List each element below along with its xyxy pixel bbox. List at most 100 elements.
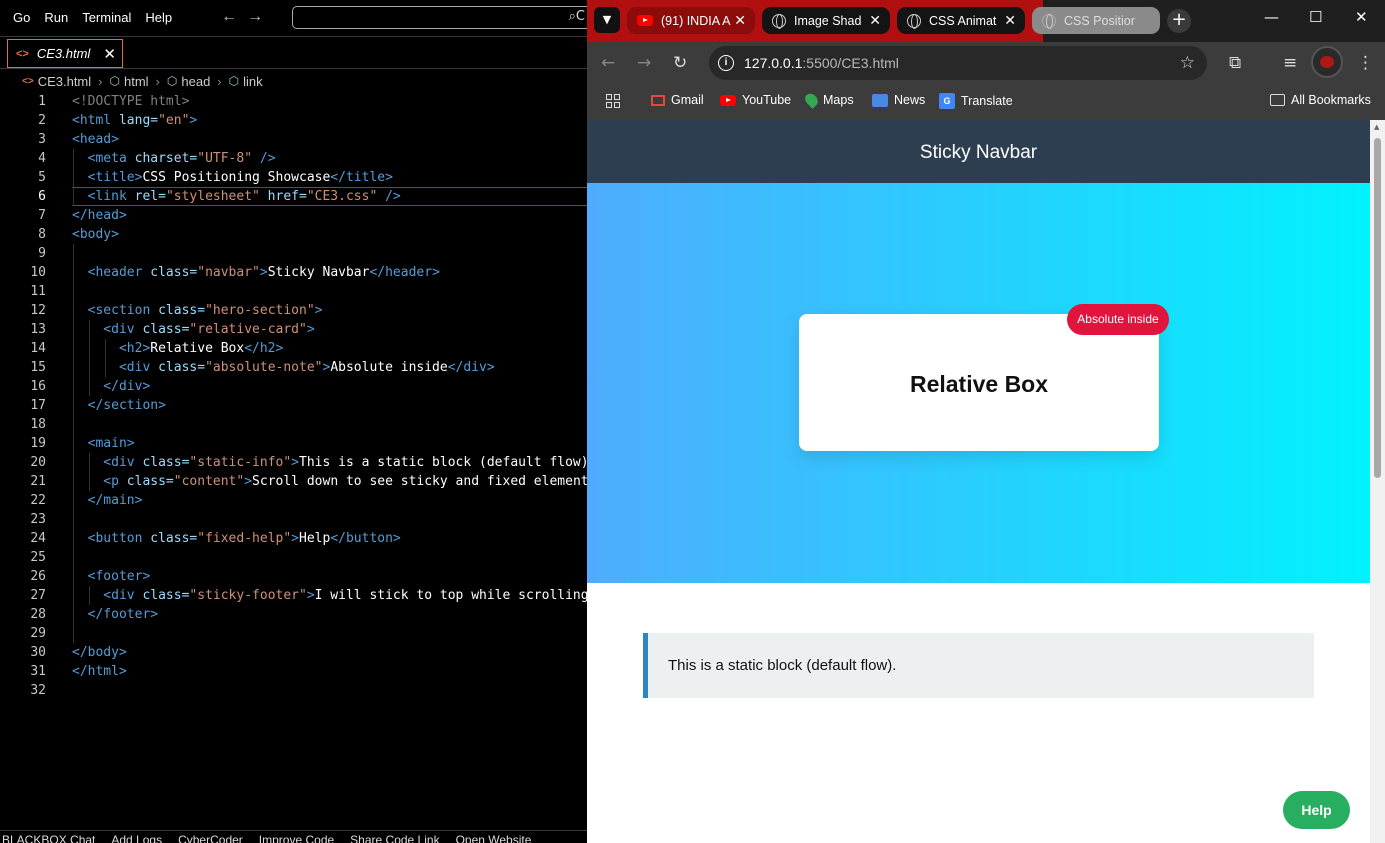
code-token: <link	[72, 189, 127, 204]
breadcrumb-link[interactable]: link	[243, 74, 263, 89]
new-tab-button[interactable]: +	[1167, 9, 1191, 33]
maximize-icon[interactable]: ☐	[1309, 8, 1322, 26]
forward-icon[interactable]: →	[637, 53, 651, 73]
bookmarks-bar: Gmail YouTube Maps News G Translate All B…	[587, 84, 1385, 120]
command-center[interactable]: ⌕C	[292, 6, 587, 29]
line-number: 31	[30, 664, 46, 679]
close-tab-icon[interactable]: ✕	[1004, 12, 1016, 29]
bookmark-star-icon[interactable]: ☆	[1180, 46, 1195, 80]
menu-run[interactable]: Run	[37, 10, 75, 25]
bookmark-label: Maps	[823, 93, 854, 107]
menu-go[interactable]: Go	[0, 10, 37, 25]
status-open-website[interactable]: Open Website	[456, 831, 532, 843]
close-window-icon[interactable]: ✕	[1355, 8, 1368, 26]
code-token: "CE3.css"	[306, 189, 378, 204]
close-tab-icon[interactable]: ✕	[734, 12, 746, 29]
code-token: <body>	[72, 227, 119, 242]
folder-icon	[1270, 94, 1285, 106]
forward-arrow-icon[interactable]: →	[247, 8, 263, 26]
code-token: class=	[134, 455, 190, 470]
tab-search-dropdown-icon[interactable]: ▼	[594, 7, 620, 33]
all-bookmarks[interactable]: All Bookmarks	[1270, 93, 1371, 107]
scroll-up-icon[interactable]: ▲	[1374, 123, 1379, 131]
browser-tab-image-shadow[interactable]: Image Shad ✕	[762, 7, 890, 34]
html-file-icon: <>	[16, 47, 29, 60]
line-number: 6	[38, 189, 46, 204]
more-menu-icon[interactable]: ⋮	[1357, 53, 1374, 73]
line-number: 23	[30, 512, 46, 527]
status-add-logs[interactable]: Add Logs	[111, 831, 162, 843]
editor-tab-ce3[interactable]: <> CE3.html ✕	[7, 39, 123, 68]
bookmark-gmail[interactable]: Gmail	[651, 93, 704, 107]
breadcrumb-html[interactable]: html	[124, 74, 149, 89]
extensions-icon[interactable]: ⧉	[1229, 53, 1241, 73]
line-number: 2	[38, 113, 46, 128]
code-token: />	[252, 151, 276, 166]
site-info-icon[interactable]: i	[718, 55, 734, 71]
code-token: >	[306, 322, 315, 337]
address-bar[interactable]: i 127.0.0.1:5500/CE3.html ☆	[709, 46, 1207, 80]
browser-tab-css-animation[interactable]: CSS Animat ✕	[897, 7, 1025, 34]
help-button[interactable]: Help	[1283, 791, 1350, 829]
element-box-icon: ⬡	[109, 74, 120, 88]
close-tab-icon[interactable]: ✕	[103, 45, 116, 63]
sticky-navbar: Sticky Navbar	[587, 120, 1370, 183]
breadcrumb-head[interactable]: head	[181, 74, 210, 89]
bookmark-label: Gmail	[671, 93, 704, 107]
menu-help[interactable]: Help	[138, 10, 179, 25]
bookmark-label: Translate	[961, 94, 1013, 108]
page-scrollbar[interactable]: ▲	[1370, 120, 1385, 843]
command-center-text: C	[575, 9, 585, 24]
profile-avatar[interactable]	[1311, 46, 1343, 78]
element-box-icon: ⬡	[166, 74, 178, 88]
status-improve-code[interactable]: Improve Code	[259, 831, 334, 843]
code-token: <head>	[72, 132, 119, 147]
bookmark-maps[interactable]: Maps	[802, 91, 854, 109]
back-icon[interactable]: ←	[601, 53, 615, 73]
code-token: "UTF-8"	[197, 151, 253, 166]
bookmark-news[interactable]: News	[872, 93, 925, 107]
status-cybercoder[interactable]: CyberCoder	[178, 831, 243, 843]
menu-terminal[interactable]: Terminal	[75, 10, 138, 25]
scrollbar-thumb[interactable]	[1374, 138, 1381, 478]
bookmark-translate[interactable]: G Translate	[939, 93, 1013, 109]
absolute-note: Absolute inside	[1067, 304, 1169, 335]
code-token: <div	[72, 360, 151, 375]
code-token: <!DOCTYPE html>	[72, 94, 190, 109]
reload-icon[interactable]: ↻	[673, 53, 687, 73]
code-token: </html>	[72, 664, 127, 679]
bookmark-youtube[interactable]: YouTube	[720, 93, 791, 107]
minimize-icon[interactable]: —	[1264, 8, 1279, 26]
code-token: Relative Box	[150, 341, 245, 356]
line-number: 15	[30, 360, 46, 375]
browser-tab-css-positioning[interactable]: CSS Positior	[1032, 7, 1160, 34]
hero-section: Relative Box Absolute inside	[587, 183, 1370, 583]
code-token: </body>	[72, 645, 127, 660]
code-token: </footer>	[72, 607, 159, 622]
code-area[interactable]: 1 <!DOCTYPE html> 2 <html lang="en"> 3 <hea…	[0, 92, 587, 700]
code-token: class=	[134, 322, 190, 337]
code-token: >	[259, 265, 268, 280]
code-token: </main>	[72, 493, 143, 508]
code-token: >	[306, 588, 315, 603]
browser-tab-youtube[interactable]: (91) INDIA A ✕	[627, 7, 755, 34]
line-number: 19	[30, 436, 46, 451]
line-number: 13	[30, 322, 46, 337]
media-control-icon[interactable]: ≡	[1283, 53, 1297, 73]
tab-strip: ▼ (91) INDIA A ✕ Image Shad ✕ CSS Animat…	[587, 0, 1385, 42]
youtube-icon	[720, 94, 736, 106]
status-blackbox-chat[interactable]: BLACKBOX Chat	[2, 831, 95, 843]
line-number: 32	[30, 683, 46, 698]
code-token: Absolute inside	[330, 360, 448, 375]
browser-tab-title: (91) INDIA A	[661, 13, 731, 28]
line-number: 11	[30, 284, 46, 299]
apps-grid-icon[interactable]	[606, 94, 620, 108]
breadcrumb-file[interactable]: CE3.html	[38, 74, 91, 89]
code-token: <section	[72, 303, 151, 318]
line-number: 5	[38, 170, 46, 185]
status-share-code-link[interactable]: Share Code Link	[350, 831, 439, 843]
code-token: </h2>	[244, 341, 284, 356]
back-arrow-icon[interactable]: ←	[221, 8, 237, 26]
browser-toolbar: ← → ↻ i 127.0.0.1:5500/CE3.html ☆ ⧉ ≡ ⋮	[587, 42, 1385, 84]
close-tab-icon[interactable]: ✕	[869, 12, 881, 29]
